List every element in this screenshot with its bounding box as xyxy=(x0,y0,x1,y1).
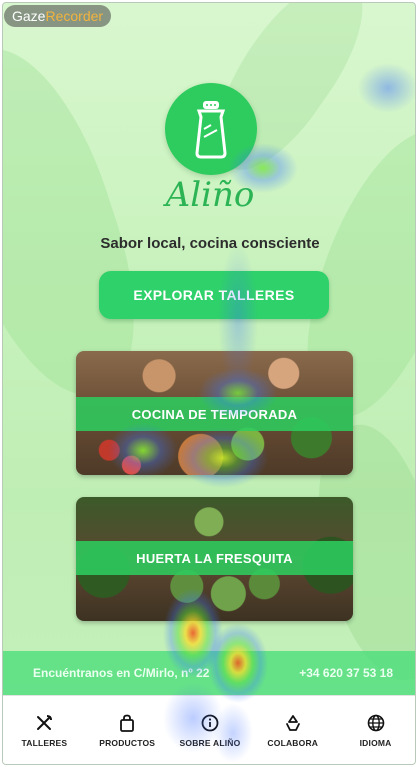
phone-link[interactable]: +34 620 37 53 18 xyxy=(299,666,393,680)
salt-shaker-icon xyxy=(195,101,227,159)
card-title: HUERTA LA FRESQUITA xyxy=(76,541,353,575)
bottom-nav: TALLERES PRODUCTOS SOBRE ALIÑO COLABORA xyxy=(3,695,415,764)
nav-label: PRODUCTOS xyxy=(99,738,156,748)
nav-label: TALLERES xyxy=(21,738,68,748)
shopping-bag-icon xyxy=(120,714,135,732)
explore-workshops-button[interactable]: EXPLORAR TALLERES xyxy=(99,271,329,319)
recycle-icon xyxy=(285,715,300,731)
tagline: Sabor local, cocina consciente xyxy=(100,235,320,252)
app-screen: Aliño Sabor local, cocina consciente EXP… xyxy=(2,2,416,765)
nav-item-idioma[interactable]: IDIOMA xyxy=(334,696,415,764)
nav-item-sobre-alino[interactable]: SOBRE ALIÑO xyxy=(169,696,252,764)
nav-label: SOBRE ALIÑO xyxy=(179,738,241,748)
brand-name: Aliño xyxy=(165,175,255,215)
nav-label: IDIOMA xyxy=(359,738,392,748)
nav-item-productos[interactable]: PRODUCTOS xyxy=(86,696,169,764)
globe-icon xyxy=(367,714,384,732)
gaze-heat-spot xyxy=(358,63,415,113)
gaze-recorder-watermark: GazeRecorder xyxy=(4,5,112,27)
address-text: Encuéntranos en C/Mirlo, nº 22 xyxy=(33,666,210,680)
contact-bar: Encuéntranos en C/Mirlo, nº 22 +34 620 3… xyxy=(3,651,415,695)
workshop-card-garden[interactable]: HUERTA LA FRESQUITA xyxy=(76,497,353,621)
nav-item-colabora[interactable]: COLABORA xyxy=(251,696,334,764)
card-title: COCINA DE TEMPORADA xyxy=(76,397,353,431)
logo-badge xyxy=(165,83,257,175)
utensils-icon xyxy=(37,715,53,730)
nav-label: COLABORA xyxy=(267,738,319,748)
workshop-card-seasonal-cooking[interactable]: COCINA DE TEMPORADA xyxy=(76,351,353,475)
nav-item-talleres[interactable]: TALLERES xyxy=(3,696,86,764)
info-icon xyxy=(201,714,219,732)
